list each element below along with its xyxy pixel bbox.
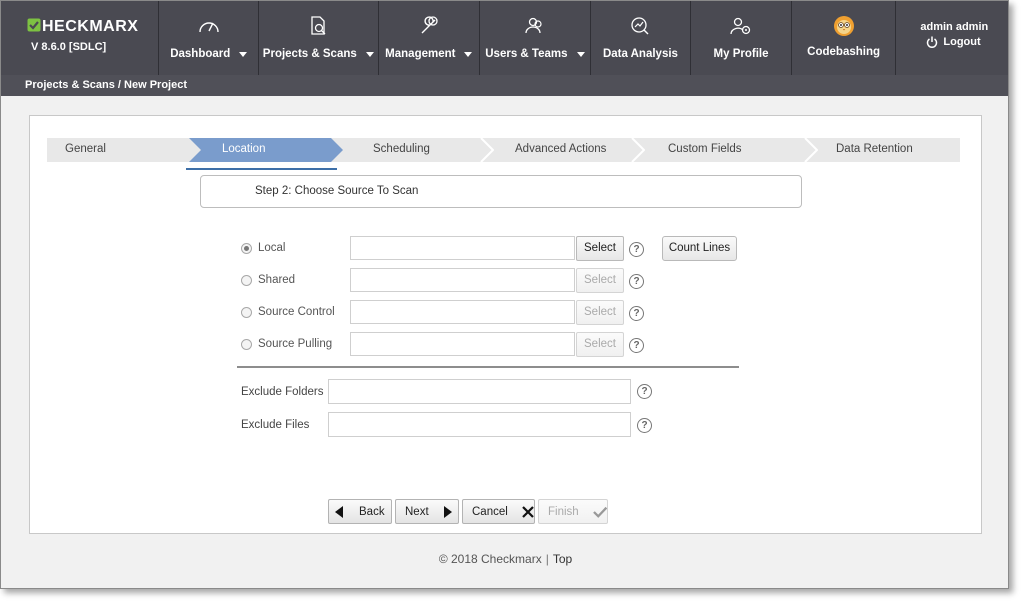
wizard-panel: General Location Scheduling Advanced Act… <box>29 115 982 534</box>
step-title: Step 2: Choose Source To Scan <box>255 185 419 197</box>
source-option-local[interactable]: Local <box>241 236 350 260</box>
step-separator-icon <box>631 138 645 162</box>
logout-button[interactable]: Logout <box>920 36 1008 48</box>
arrow-left-icon <box>335 505 343 518</box>
help-icon[interactable]: ? <box>629 306 644 321</box>
users-icon <box>523 13 547 39</box>
top-link[interactable]: Top <box>553 552 572 566</box>
copyright-text: © 2018 Checkmarx <box>438 552 542 566</box>
nav-data-analysis-label: Data Analysis <box>602 48 678 60</box>
shared-path-input[interactable] <box>350 268 575 292</box>
checkmarx-logo[interactable]: HECKMARX <box>27 17 158 37</box>
wrench-icon <box>418 13 440 39</box>
brand-name: HECKMARX <box>42 18 139 35</box>
checkmark-logo-icon <box>27 17 41 37</box>
exclude-folders-label: Exclude Folders <box>241 386 324 398</box>
footer: © 2018 Checkmarx | Top <box>1 552 1008 566</box>
cancel-button[interactable]: Cancel <box>462 499 535 524</box>
exclude-folders-input[interactable] <box>328 379 631 404</box>
nav-projects-label: Projects & Scans <box>262 48 357 60</box>
exclude-files-label: Exclude Files <box>241 419 310 431</box>
source-option-source-pulling[interactable]: Source Pulling <box>241 332 350 356</box>
source-option-shared[interactable]: Shared <box>241 268 350 292</box>
chevron-down-icon <box>464 51 473 57</box>
source-label-local: Local <box>258 242 286 254</box>
user-name: admin admin <box>920 21 989 33</box>
shared-select-button[interactable]: Select <box>576 268 624 293</box>
source-control-input[interactable] <box>350 300 575 324</box>
owl-avatar-icon <box>833 13 855 39</box>
chevron-down-icon <box>239 51 248 57</box>
step-custom-fields[interactable]: Custom Fields <box>668 138 808 162</box>
top-navigation: HECKMARX V 8.6.0 [SDLC] Dashboard Projec… <box>1 1 1008 75</box>
nav-data-analysis[interactable]: Data Analysis <box>589 1 691 75</box>
nav-projects-scans[interactable]: Projects & Scans <box>258 1 378 75</box>
help-icon[interactable]: ? <box>637 384 652 399</box>
document-search-icon <box>307 13 329 39</box>
source-option-source-control[interactable]: Source Control <box>241 300 350 324</box>
section-divider <box>237 366 739 368</box>
analysis-icon <box>629 13 651 39</box>
help-icon[interactable]: ? <box>629 242 644 257</box>
footer-separator: | <box>545 552 549 566</box>
chevron-down-icon <box>576 51 585 57</box>
nav-my-profile-label: My Profile <box>713 48 769 60</box>
help-icon[interactable]: ? <box>629 274 644 289</box>
close-icon <box>522 505 534 518</box>
cancel-label: Cancel <box>472 505 508 518</box>
source-control-select-button[interactable]: Select <box>576 300 624 325</box>
local-path-input[interactable] <box>350 236 575 260</box>
exclude-files-input[interactable] <box>328 412 631 437</box>
next-button[interactable]: Next <box>395 499 459 524</box>
breadcrumb: Projects & Scans / New Project <box>1 75 1008 96</box>
nav-dashboard[interactable]: Dashboard <box>158 1 258 75</box>
help-icon[interactable]: ? <box>637 418 652 433</box>
step-separator-icon <box>804 138 818 162</box>
radio-source-pulling[interactable] <box>241 338 252 350</box>
radio-source-control[interactable] <box>241 306 252 318</box>
user-gear-icon <box>729 13 753 39</box>
source-pulling-select-button[interactable]: Select <box>576 332 624 357</box>
finish-button[interactable]: Finish <box>538 499 608 524</box>
source-pulling-input[interactable] <box>350 332 575 356</box>
back-button[interactable]: Back <box>328 499 392 524</box>
step-location[interactable]: Location <box>189 138 343 162</box>
logout-label: Logout <box>943 36 981 48</box>
nav-codebashing-label: Codebashing <box>807 46 881 58</box>
back-label: Back <box>359 505 385 518</box>
step-separator-icon <box>480 138 494 162</box>
source-label-shared: Shared <box>258 274 296 286</box>
brand-block: HECKMARX V 8.6.0 [SDLC] <box>1 1 158 75</box>
version-label: V 8.6.0 [SDLC] <box>31 41 107 53</box>
wizard-steps: General Location Scheduling Advanced Act… <box>47 138 960 162</box>
gauge-icon <box>197 13 221 39</box>
nav-users-teams[interactable]: Users & Teams <box>479 1 590 75</box>
active-step-underline <box>186 168 337 170</box>
next-label: Next <box>405 505 429 518</box>
chevron-down-icon <box>365 51 374 57</box>
nav-users-label: Users & Teams <box>485 48 568 60</box>
arrow-right-icon <box>443 505 452 518</box>
step-title-box: Step 2: Choose Source To Scan <box>200 175 802 208</box>
nav-management-label: Management <box>385 48 456 60</box>
radio-local[interactable] <box>241 242 252 254</box>
local-select-button[interactable]: Select <box>576 236 624 261</box>
app-window: HECKMARX V 8.6.0 [SDLC] Dashboard Projec… <box>0 0 1009 589</box>
source-label-source-pulling: Source Pulling <box>258 338 333 350</box>
help-icon[interactable]: ? <box>629 338 644 353</box>
radio-shared[interactable] <box>241 274 252 286</box>
count-lines-button[interactable]: Count Lines <box>662 236 737 261</box>
nav-dashboard-label: Dashboard <box>170 48 231 60</box>
nav-my-profile[interactable]: My Profile <box>690 1 791 75</box>
source-label-source-control: Source Control <box>258 306 335 318</box>
nav-codebashing[interactable]: Codebashing <box>790 1 896 75</box>
nav-management[interactable]: Management <box>377 1 480 75</box>
check-icon <box>592 506 607 518</box>
user-menu: admin admin Logout <box>895 1 1008 75</box>
power-icon <box>927 36 938 48</box>
step-data-retention[interactable]: Data Retention <box>836 138 960 162</box>
step-general[interactable]: General <box>65 138 195 162</box>
finish-label: Finish <box>548 505 579 518</box>
